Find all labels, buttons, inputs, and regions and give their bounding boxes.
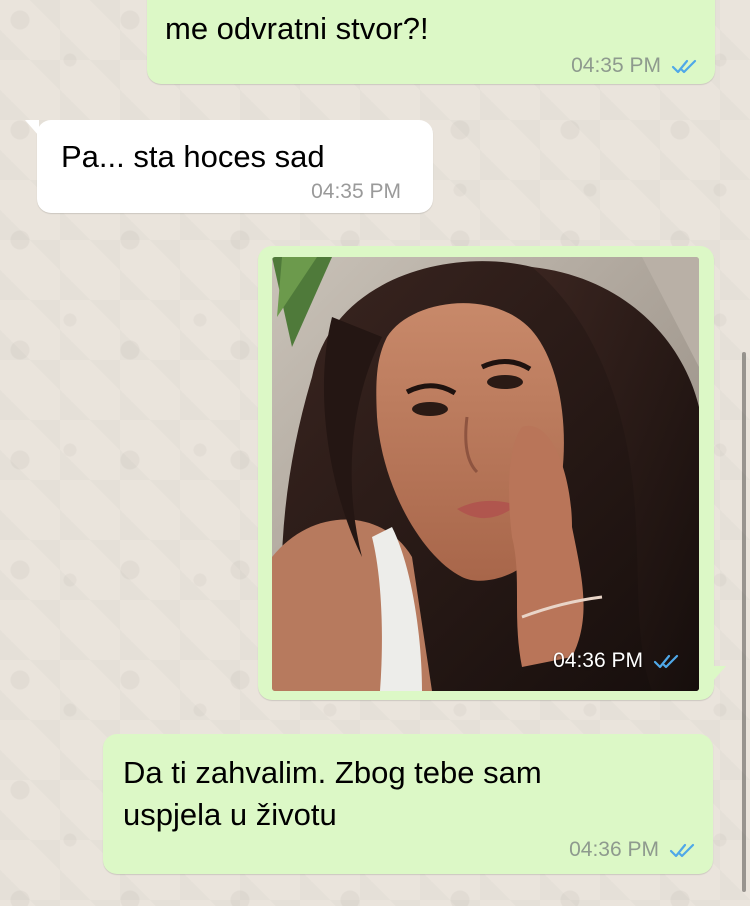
message-meta: 04:35 PM (311, 180, 401, 204)
photo-attachment[interactable]: 04:36 PM (272, 257, 699, 691)
double-check-icon (671, 59, 697, 74)
message-time: 04:36 PM (569, 838, 659, 861)
incoming-message-bubble[interactable]: Pa... sta hoces sad 04:35 PM (25, 120, 433, 213)
outgoing-message-bubble[interactable]: me odvratni stvor?! 04:35 PM (147, 0, 715, 84)
double-check-icon (653, 654, 679, 669)
message-meta: 04:35 PM (571, 54, 699, 78)
photo-meta: 04:36 PM (553, 649, 681, 673)
message-time: 04:36 PM (553, 649, 643, 672)
outgoing-message-bubble[interactable]: Da ti zahvalim. Zbog tebe sam uspjela u … (103, 734, 713, 874)
double-check-icon (669, 843, 695, 858)
message-text: Pa... sta hoces sad (61, 139, 325, 174)
message-text: Da ti zahvalim. Zbog tebe sam uspjela u … (123, 755, 542, 832)
message-meta: 04:36 PM (569, 838, 697, 862)
message-time: 04:35 PM (311, 180, 401, 203)
selfie-photo (272, 257, 699, 691)
bubble-tail (712, 666, 726, 682)
scrollbar[interactable] (742, 352, 746, 892)
bubble-tail (25, 120, 39, 136)
message-time: 04:35 PM (571, 54, 661, 77)
message-text: me odvratni stvor?! (165, 11, 429, 46)
